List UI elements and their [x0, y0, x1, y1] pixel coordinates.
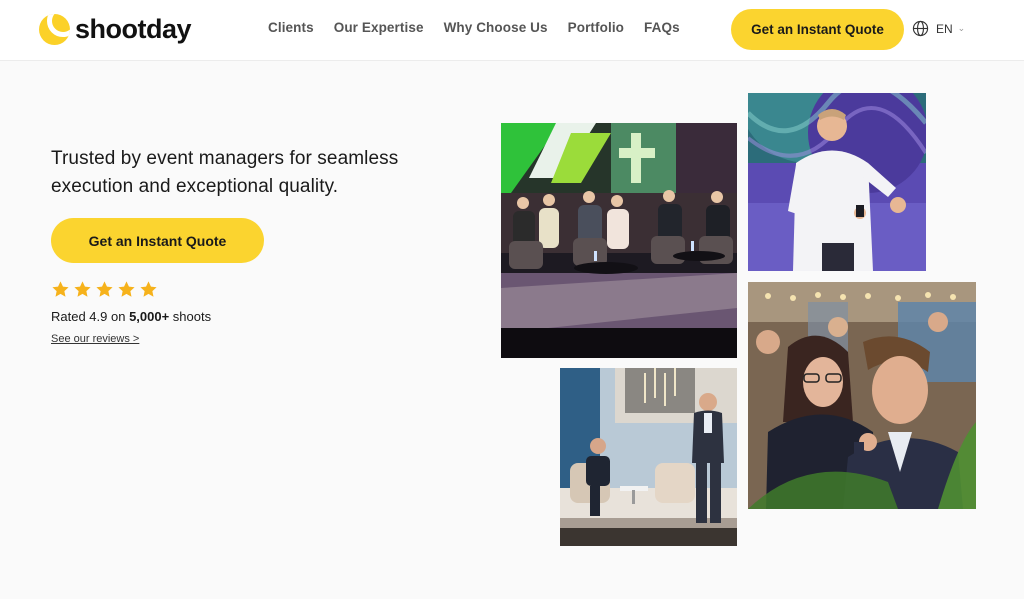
nav-our-expertise[interactable]: Our Expertise	[334, 20, 424, 35]
photo-panel-discussion	[501, 123, 737, 358]
star-icon	[74, 281, 91, 297]
see-reviews-link[interactable]: See our reviews >	[51, 333, 139, 345]
logo-text: shootday	[75, 13, 192, 44]
site-header: shootday Clients Our Expertise Why Choos…	[0, 0, 1024, 61]
rating-stars	[51, 280, 158, 299]
star-icon	[52, 281, 69, 297]
language-selector[interactable]: EN ⌄	[912, 20, 965, 37]
nav-portfolio[interactable]: Portfolio	[568, 20, 624, 35]
rating-count: 5,000+	[129, 309, 170, 324]
star-icon	[140, 281, 157, 297]
photo-keynote-speaker	[748, 93, 926, 271]
photo-stage-talk	[560, 368, 737, 546]
rating-text: Rated 4.9 on 5,000+ shoots	[51, 309, 211, 324]
nav-faqs[interactable]: FAQs	[644, 20, 680, 35]
nav-why-choose-us[interactable]: Why Choose Us	[444, 20, 548, 35]
logo[interactable]: shootday	[39, 13, 192, 45]
main-nav: Clients Our Expertise Why Choose Us Port…	[268, 20, 680, 35]
logo-mark-icon	[39, 13, 70, 45]
hero-headline: Trusted by event managers for seamless e…	[51, 148, 399, 197]
photo-audience	[748, 282, 976, 509]
chevron-down-icon: ⌄	[957, 23, 966, 33]
star-icon	[96, 281, 113, 297]
rating-prefix: Rated 4.9 on	[51, 309, 130, 324]
header-quote-button[interactable]: Get an Instant Quote	[731, 9, 904, 50]
rating-suffix: shoots	[169, 309, 212, 324]
hero-quote-button[interactable]: Get an Instant Quote	[51, 218, 264, 263]
globe-icon	[912, 20, 929, 37]
nav-clients[interactable]: Clients	[268, 20, 314, 35]
star-icon	[118, 281, 135, 297]
language-label: EN	[936, 21, 953, 36]
